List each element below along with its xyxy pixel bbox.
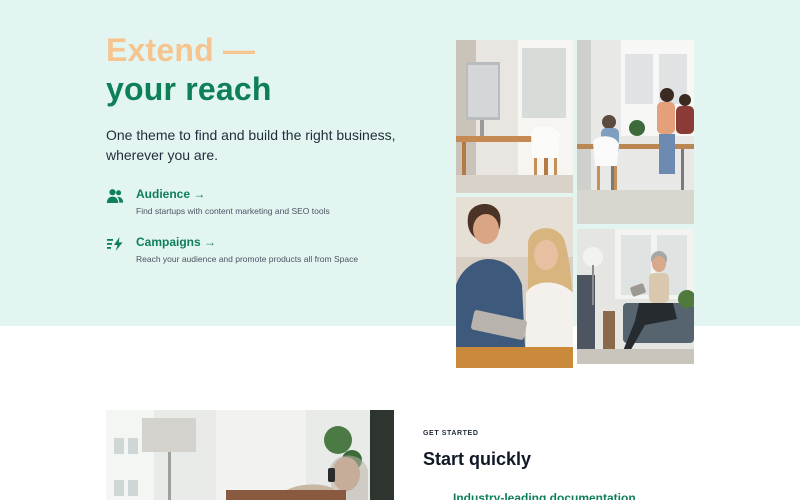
team-office-photo xyxy=(577,40,694,224)
hero-title-line-2: your reach xyxy=(106,71,272,107)
campaigns-link[interactable]: Campaigns → xyxy=(136,235,216,249)
audience-description: Find startups with content marketing and… xyxy=(136,206,330,216)
hero-subtitle: One theme to find and build the right bu… xyxy=(106,127,396,163)
section-eyebrow: GET STARTED xyxy=(423,430,479,437)
office-desk-photo xyxy=(456,40,573,193)
campaigns-icon xyxy=(106,236,124,252)
couple-tablet-photo xyxy=(456,197,573,368)
section-title: Start quickly xyxy=(423,449,532,469)
documentation-link[interactable]: Industry-leading documentation xyxy=(453,491,636,500)
campaigns-description: Reach your audience and promote products… xyxy=(136,254,359,264)
woman-phone-photo xyxy=(106,410,394,500)
woman-sofa-photo xyxy=(577,229,694,364)
audience-link[interactable]: Audience → xyxy=(136,187,205,201)
audience-icon xyxy=(106,188,124,204)
hero-title-line-1: Extend — xyxy=(106,32,256,68)
check-icon xyxy=(423,494,433,500)
